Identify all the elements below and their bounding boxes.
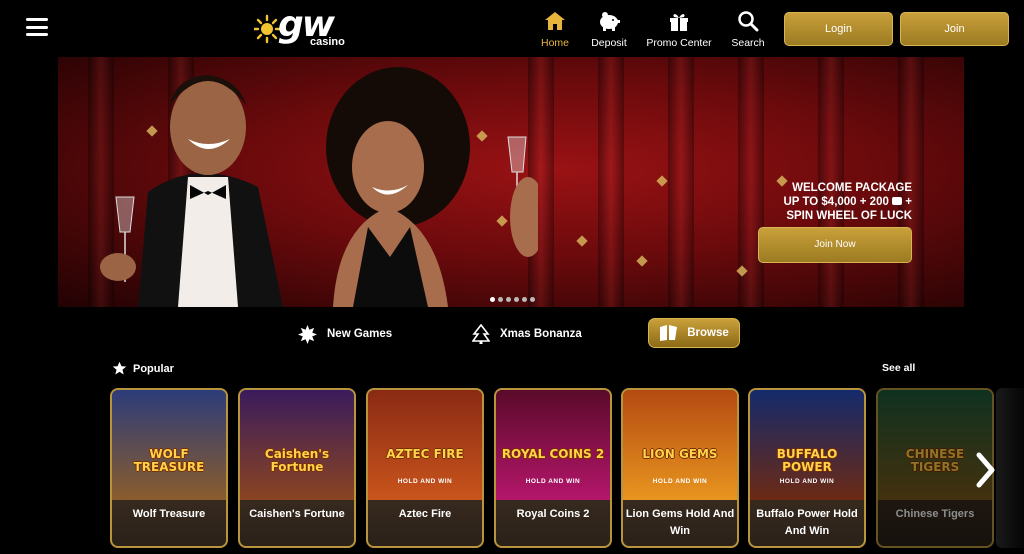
carousel-dot[interactable] — [498, 297, 503, 302]
carousel-dot[interactable] — [514, 297, 519, 302]
hero-line-1: WELCOME PACKAGE — [792, 182, 912, 194]
hero-line-2-suffix: + — [905, 196, 912, 208]
category-new-games-label: New Games — [327, 328, 393, 340]
browse-label: Browse — [687, 327, 729, 339]
game-art-subtitle: HOLD AND WIN — [779, 478, 835, 485]
category-new-games[interactable]: New Games — [298, 320, 392, 348]
game-art-title: AZTEC FIRE — [386, 447, 464, 461]
hero-promo-text: WELCOME PACKAGE UP TO $4,000 + 200 + SPI… — [783, 181, 912, 223]
game-art-title: CHINESE TIGERS — [905, 447, 965, 474]
christmas-tree-icon — [472, 324, 490, 344]
game-name: Chinese Tigers — [895, 508, 975, 520]
hero-line-2-text: UP TO $4,000 + 200 — [783, 196, 889, 208]
nav-search[interactable]: Search — [731, 10, 765, 50]
hero-line-2: UP TO $4,000 + 200 + — [783, 195, 912, 209]
piggy-bank-icon — [600, 12, 620, 31]
carousel-dot[interactable] — [522, 297, 527, 302]
game-thumbnail: LION GEMS HOLD AND WIN — [623, 390, 737, 500]
home-icon — [545, 12, 565, 30]
game-art-title: WOLF TREASURE — [133, 447, 205, 474]
chevron-right-icon[interactable] — [974, 452, 996, 488]
game-thumbnail: Caishen's Fortune — [240, 390, 354, 500]
game-name: Royal Coins 2 — [516, 508, 590, 520]
game-thumbnail: WOLF TREASURE — [112, 390, 226, 500]
game-card[interactable]: ROYAL COINS 2 HOLD AND WIN Royal Coins 2 — [494, 388, 612, 548]
game-name: Wolf Treasure — [132, 508, 206, 520]
nav-home[interactable]: Home — [538, 10, 572, 50]
game-name: Aztec Fire — [398, 508, 452, 520]
coin-icon — [892, 197, 903, 205]
nav-search-label: Search — [731, 37, 765, 49]
gift-icon — [670, 14, 688, 31]
nav-deposit-label: Deposit — [591, 37, 627, 49]
carousel-dot[interactable] — [506, 297, 511, 302]
see-all-link[interactable]: See all — [882, 362, 915, 374]
game-name: Caishen's Fortune — [249, 508, 345, 520]
game-thumbnail: BUFFALO POWER HOLD AND WIN — [750, 390, 864, 500]
browse-button[interactable]: Browse — [648, 318, 740, 348]
game-card[interactable]: WOLF TREASURE Wolf Treasure — [110, 388, 228, 548]
game-art-title: Caishen's Fortune — [264, 447, 330, 474]
category-xmas-label: Xmas Bonanza — [500, 328, 582, 340]
top-header: gw casino Home Deposit Promo Center Sear… — [0, 0, 1024, 56]
carousel-dot[interactable] — [530, 297, 535, 302]
join-button[interactable]: Join — [900, 12, 1009, 46]
game-art-subtitle: HOLD AND WIN — [397, 478, 453, 485]
hamburger-menu-icon[interactable] — [26, 18, 48, 36]
couple-image — [100, 67, 538, 307]
hero-line-3: SPIN WHEEL OF LUCK — [786, 210, 912, 222]
next-card-peek — [996, 388, 1024, 548]
nav-promo-label: Promo Center — [646, 37, 712, 49]
hero-banner[interactable]: WELCOME PACKAGE UP TO $4,000 + 200 + SPI… — [58, 57, 964, 307]
book-icon — [660, 325, 678, 341]
category-xmas-bonanza[interactable]: Xmas Bonanza — [472, 320, 582, 348]
nav-promo-center[interactable]: Promo Center — [646, 10, 712, 50]
popular-title: Popular — [133, 362, 174, 375]
game-art-title: BUFFALO POWER — [776, 447, 838, 474]
game-thumbnail: ROYAL COINS 2 HOLD AND WIN — [496, 390, 610, 500]
game-art-title: ROYAL COINS 2 — [501, 447, 605, 461]
game-card[interactable]: AZTEC FIRE HOLD AND WIN Aztec Fire — [366, 388, 484, 548]
game-name: Buffalo Power Hold And Win — [756, 508, 858, 537]
game-art-subtitle: HOLD AND WIN — [525, 478, 581, 485]
game-card[interactable]: BUFFALO POWER HOLD AND WIN Buffalo Power H… — [748, 388, 866, 548]
game-card[interactable]: LION GEMS HOLD AND WIN Lion Gems Hold And … — [621, 388, 739, 548]
game-art-title: LION GEMS — [642, 447, 718, 461]
popular-games-row: WOLF TREASURE Wolf Treasure Caishen's Fort… — [110, 388, 1024, 548]
brand-logo[interactable]: gw casino — [254, 4, 358, 50]
carousel-dots[interactable] — [490, 289, 538, 307]
star-icon — [112, 361, 127, 375]
nav-deposit[interactable]: Deposit — [589, 10, 629, 50]
logo-subtext: casino — [310, 36, 345, 48]
game-art-subtitle: HOLD AND WIN — [652, 478, 708, 485]
popular-section-title: Popular — [112, 361, 174, 376]
search-icon — [738, 11, 759, 32]
nav-home-label: Home — [540, 37, 569, 49]
sparkle-icon — [298, 324, 317, 344]
carousel-dot[interactable] — [490, 297, 495, 302]
game-thumbnail: AZTEC FIRE HOLD AND WIN — [368, 390, 482, 500]
game-name: Lion Gems Hold And Win — [625, 508, 735, 537]
join-now-button[interactable]: Join Now — [758, 227, 912, 263]
login-button[interactable]: Login — [784, 12, 893, 46]
game-card[interactable]: Caishen's Fortune Caishen's Fortune — [238, 388, 356, 548]
